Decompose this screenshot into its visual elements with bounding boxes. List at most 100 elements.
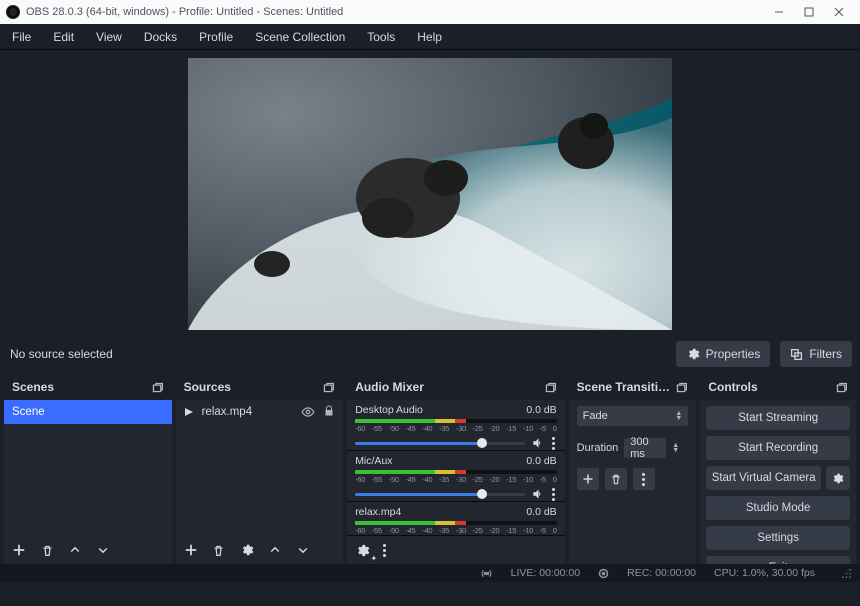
status-live: LIVE: 00:00:00 [511,567,580,579]
transitions-title: Scene Transiti… [577,380,670,394]
sources-dock: Sources relax.mp4 [176,374,344,564]
menu-file[interactable]: File [2,26,41,48]
mixer-track: Desktop Audio 0.0 dB -60-55-50-45-40-35-30… [347,400,564,451]
transitions-dock: Scene Transiti… Fade ▲▼ Duration 300 ms … [569,374,697,564]
duration-input[interactable]: 300 ms [624,438,666,458]
video-preview[interactable] [188,58,672,330]
menu-profile[interactable]: Profile [189,26,243,48]
mixer-track: relax.mp4 0.0 dB -60-55-50-45-40-35-30-25-… [347,502,564,536]
track-db: 0.0 dB [526,506,556,518]
virtual-camera-settings-button[interactable] [826,466,850,490]
scenes-dock: Scenes Scene [4,374,172,564]
no-source-label: No source selected [8,347,666,361]
add-scene-button[interactable] [10,541,28,559]
mixer-track: Mic/Aux 0.0 dB -60-55-50-45-40-35-30-25-20… [347,451,564,502]
popout-icon[interactable] [151,381,164,394]
vu-meter [355,419,556,423]
source-name: relax.mp4 [202,406,253,418]
chevron-updown-icon: ▲▼ [675,411,682,421]
maximize-button[interactable] [794,0,824,24]
source-item[interactable]: relax.mp4 [176,400,344,424]
menu-edit[interactable]: Edit [43,26,84,48]
add-source-button[interactable] [182,541,200,559]
menu-scene-collection[interactable]: Scene Collection [245,26,355,48]
volume-slider[interactable] [355,442,524,445]
menu-bar: FileEditViewDocksProfileScene Collection… [0,24,860,50]
vu-meter [355,470,556,474]
vu-meter [355,521,556,525]
status-bar: LIVE: 00:00:00 REC: 00:00:00 CPU: 1.0%, … [0,564,860,582]
speaker-icon[interactable] [531,487,545,501]
track-name: Mic/Aux [355,455,392,467]
menu-tools[interactable]: Tools [357,26,405,48]
source-toolbar: No source selected Properties Filters [0,334,860,374]
properties-button[interactable]: Properties [676,341,771,367]
minimize-button[interactable] [764,0,794,24]
popout-icon[interactable] [835,381,848,394]
start-streaming-button[interactable]: Start Streaming [706,406,850,430]
filters-button[interactable]: Filters [780,341,852,367]
add-transition-button[interactable] [577,468,599,490]
remove-source-button[interactable] [210,541,228,559]
volume-slider[interactable] [355,493,524,496]
start-virtual-camera-button[interactable]: Start Virtual Camera [706,466,821,490]
audio-mixer-dock: Audio Mixer Desktop Audio 0.0 dB -60-55-50… [347,374,564,564]
docks-row: Scenes Scene Sources relax.mp4 [0,374,860,564]
meter-scale: -60-55-50-45-40-35-30-25-20-15-10-50 [355,475,556,484]
record-icon [598,568,609,579]
popout-icon[interactable] [322,381,335,394]
scenes-title: Scenes [12,380,54,394]
menu-help[interactable]: Help [407,26,452,48]
scene-down-button[interactable] [94,541,112,559]
source-properties-button[interactable] [238,541,256,559]
remove-transition-button[interactable] [605,468,627,490]
popout-icon[interactable] [675,381,688,394]
source-up-button[interactable] [266,541,284,559]
mixer-advanced-button[interactable]: ✦ [353,541,371,559]
mixer-menu-button[interactable] [381,544,387,557]
transition-menu-button[interactable] [633,468,655,490]
track-menu-button[interactable] [551,437,557,450]
eye-icon[interactable] [301,405,315,419]
track-name: relax.mp4 [355,506,401,518]
track-name: Desktop Audio [355,404,423,416]
source-down-button[interactable] [294,541,312,559]
menu-view[interactable]: View [86,26,132,48]
window-titlebar: OBS 28.0.3 (64-bit, windows) - Profile: … [0,0,860,24]
track-db: 0.0 dB [526,404,556,416]
status-rec: REC: 00:00:00 [627,567,696,579]
remove-scene-button[interactable] [38,541,56,559]
controls-title: Controls [708,380,757,394]
start-recording-button[interactable]: Start Recording [706,436,850,460]
obs-icon [6,5,20,19]
preview-area [0,50,860,334]
scene-up-button[interactable] [66,541,84,559]
scene-item[interactable]: Scene [4,400,172,424]
controls-dock: Controls Start Streaming Start Recording… [700,374,856,564]
source-list: relax.mp4 [176,400,344,536]
resize-grip-icon[interactable] [841,568,852,579]
track-db: 0.0 dB [526,455,556,467]
studio-mode-button[interactable]: Studio Mode [706,496,850,520]
scene-list: Scene [4,400,172,536]
popout-icon[interactable] [544,381,557,394]
play-icon [184,407,194,417]
close-button[interactable] [824,0,854,24]
lock-icon[interactable] [323,405,335,417]
mixer-title: Audio Mixer [355,380,424,394]
duration-label: Duration [577,442,619,454]
broadcast-icon [480,568,493,579]
filters-icon [790,348,803,361]
meter-scale: -60-55-50-45-40-35-30-25-20-15-10-50 [355,526,556,535]
transition-select[interactable]: Fade ▲▼ [577,406,689,426]
meter-scale: -60-55-50-45-40-35-30-25-20-15-10-50 [355,424,556,433]
exit-button[interactable]: Exit [706,556,850,564]
sources-title: Sources [184,380,231,394]
track-menu-button[interactable] [551,488,557,501]
speaker-icon[interactable] [531,436,545,450]
menu-docks[interactable]: Docks [134,26,187,48]
gear-icon [686,347,700,361]
chevron-updown-icon[interactable]: ▲▼ [672,443,679,453]
settings-button[interactable]: Settings [706,526,850,550]
window-title: OBS 28.0.3 (64-bit, windows) - Profile: … [26,6,343,18]
